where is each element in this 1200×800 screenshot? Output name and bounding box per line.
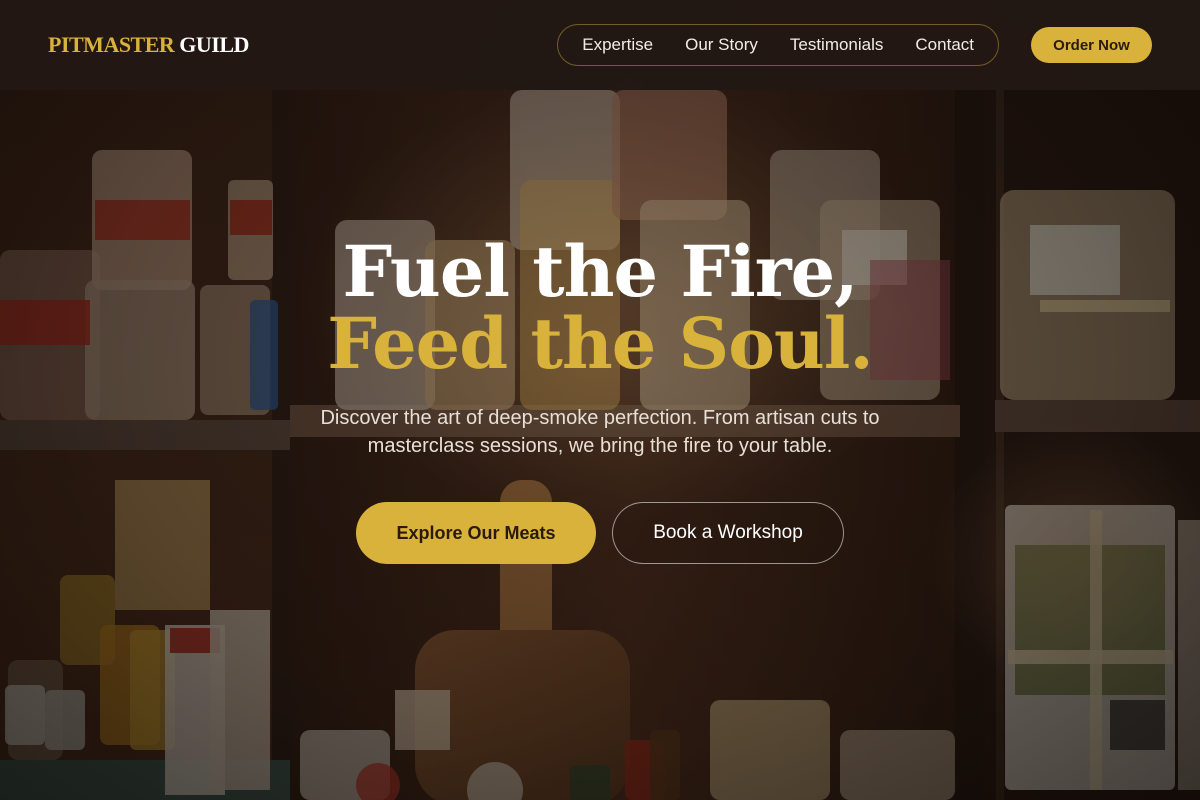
nav-link-contact[interactable]: Contact (915, 35, 974, 55)
brand-logo[interactable]: PITMASTER GUILD (48, 32, 249, 58)
order-now-button[interactable]: Order Now (1031, 27, 1152, 63)
hero-title: Fuel the Fire, Feed the Soul. (327, 236, 873, 380)
hero-title-line2: Feed the Soul. (327, 302, 873, 385)
site-header: PITMASTER GUILD Expertise Our Story Test… (0, 0, 1200, 90)
book-workshop-button[interactable]: Book a Workshop (612, 502, 844, 564)
nav-link-our-story[interactable]: Our Story (685, 35, 758, 55)
explore-meats-button[interactable]: Explore Our Meats (356, 502, 596, 564)
hero-title-line1: Fuel the Fire, (342, 230, 858, 313)
main-nav: Expertise Our Story Testimonials Contact (557, 24, 999, 66)
hero-section: Fuel the Fire, Feed the Soul. Discover t… (0, 90, 1200, 800)
nav-link-expertise[interactable]: Expertise (582, 35, 653, 55)
hero-cta-group: Explore Our Meats Book a Workshop (356, 502, 844, 564)
brand-name-part2: GUILD (179, 32, 249, 57)
nav-link-testimonials[interactable]: Testimonials (790, 35, 884, 55)
hero-subtitle: Discover the art of deep-smoke perfectio… (320, 407, 880, 457)
brand-name-part1: PITMASTER (48, 32, 175, 57)
